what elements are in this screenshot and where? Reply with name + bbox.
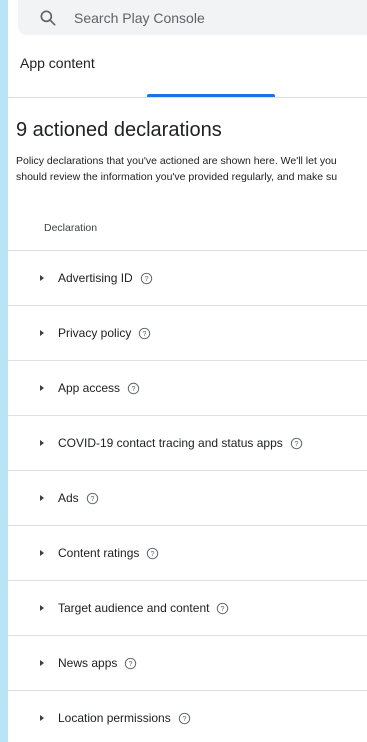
help-icon[interactable]: ? bbox=[216, 602, 229, 615]
svg-text:?: ? bbox=[294, 440, 298, 448]
help-icon[interactable]: ? bbox=[146, 547, 159, 560]
declaration-label: Privacy policy bbox=[58, 326, 132, 340]
expand-arrow-icon[interactable] bbox=[40, 275, 44, 281]
description-line-2: should review the information you've pro… bbox=[16, 171, 338, 183]
expand-arrow-icon[interactable] bbox=[40, 660, 44, 666]
declaration-row[interactable]: Target audience and content ? bbox=[8, 580, 367, 635]
declaration-label: News apps bbox=[58, 656, 118, 670]
svg-text:?: ? bbox=[132, 385, 136, 393]
main-panel: Search Play Console App content 9 action… bbox=[8, 0, 367, 742]
search-bar[interactable]: Search Play Console bbox=[18, 0, 367, 35]
declaration-row[interactable]: Content ratings ? bbox=[8, 525, 367, 580]
declaration-row[interactable]: App access ? bbox=[8, 360, 367, 415]
expand-arrow-icon[interactable] bbox=[40, 550, 44, 556]
declaration-row[interactable]: Location permissions ? bbox=[8, 690, 367, 742]
search-placeholder[interactable]: Search Play Console bbox=[74, 10, 205, 26]
expand-arrow-icon[interactable] bbox=[40, 495, 44, 501]
help-icon[interactable]: ? bbox=[127, 382, 140, 395]
expand-arrow-icon[interactable] bbox=[40, 385, 44, 391]
declaration-label: App access bbox=[58, 381, 121, 395]
expand-arrow-icon[interactable] bbox=[40, 605, 44, 611]
description-line-1: Policy declarations that you've actioned… bbox=[16, 155, 337, 167]
svg-text:?: ? bbox=[151, 550, 155, 558]
declaration-row[interactable]: Advertising ID ? bbox=[8, 250, 367, 305]
svg-text:?: ? bbox=[144, 275, 148, 283]
declaration-label: Advertising ID bbox=[58, 271, 133, 285]
declaration-row[interactable]: Ads ? bbox=[8, 470, 367, 525]
declaration-label: Content ratings bbox=[58, 546, 140, 560]
declaration-row[interactable]: COVID-19 contact tracing and status apps… bbox=[8, 415, 367, 470]
help-icon[interactable]: ? bbox=[124, 657, 137, 670]
expand-arrow-icon[interactable] bbox=[40, 440, 44, 446]
section-description: Policy declarations that you've actioned… bbox=[16, 153, 367, 185]
search-icon bbox=[40, 10, 56, 25]
column-header-declaration: Declaration bbox=[44, 222, 98, 234]
expand-arrow-icon[interactable] bbox=[40, 330, 44, 336]
declaration-row[interactable]: News apps ? bbox=[8, 635, 367, 690]
help-icon[interactable]: ? bbox=[178, 712, 191, 725]
svg-text:?: ? bbox=[182, 715, 186, 723]
declaration-label: COVID-19 contact tracing and status apps bbox=[58, 436, 283, 450]
svg-text:?: ? bbox=[129, 660, 133, 668]
declaration-label: Target audience and content bbox=[58, 601, 210, 615]
declaration-row[interactable]: Privacy policy ? bbox=[8, 305, 367, 360]
declaration-label: Ads bbox=[58, 491, 79, 505]
expand-arrow-icon[interactable] bbox=[40, 715, 44, 721]
header-divider bbox=[8, 97, 367, 98]
svg-text:?: ? bbox=[221, 605, 225, 613]
svg-text:?: ? bbox=[90, 495, 94, 503]
help-icon[interactable]: ? bbox=[138, 327, 151, 340]
help-icon[interactable]: ? bbox=[86, 492, 99, 505]
help-icon[interactable]: ? bbox=[290, 437, 303, 450]
declaration-label: Location permissions bbox=[58, 711, 171, 725]
section-title: 9 actioned declarations bbox=[16, 119, 222, 141]
help-icon[interactable]: ? bbox=[140, 272, 153, 285]
page-title: App content bbox=[20, 55, 95, 71]
svg-text:?: ? bbox=[143, 330, 147, 338]
